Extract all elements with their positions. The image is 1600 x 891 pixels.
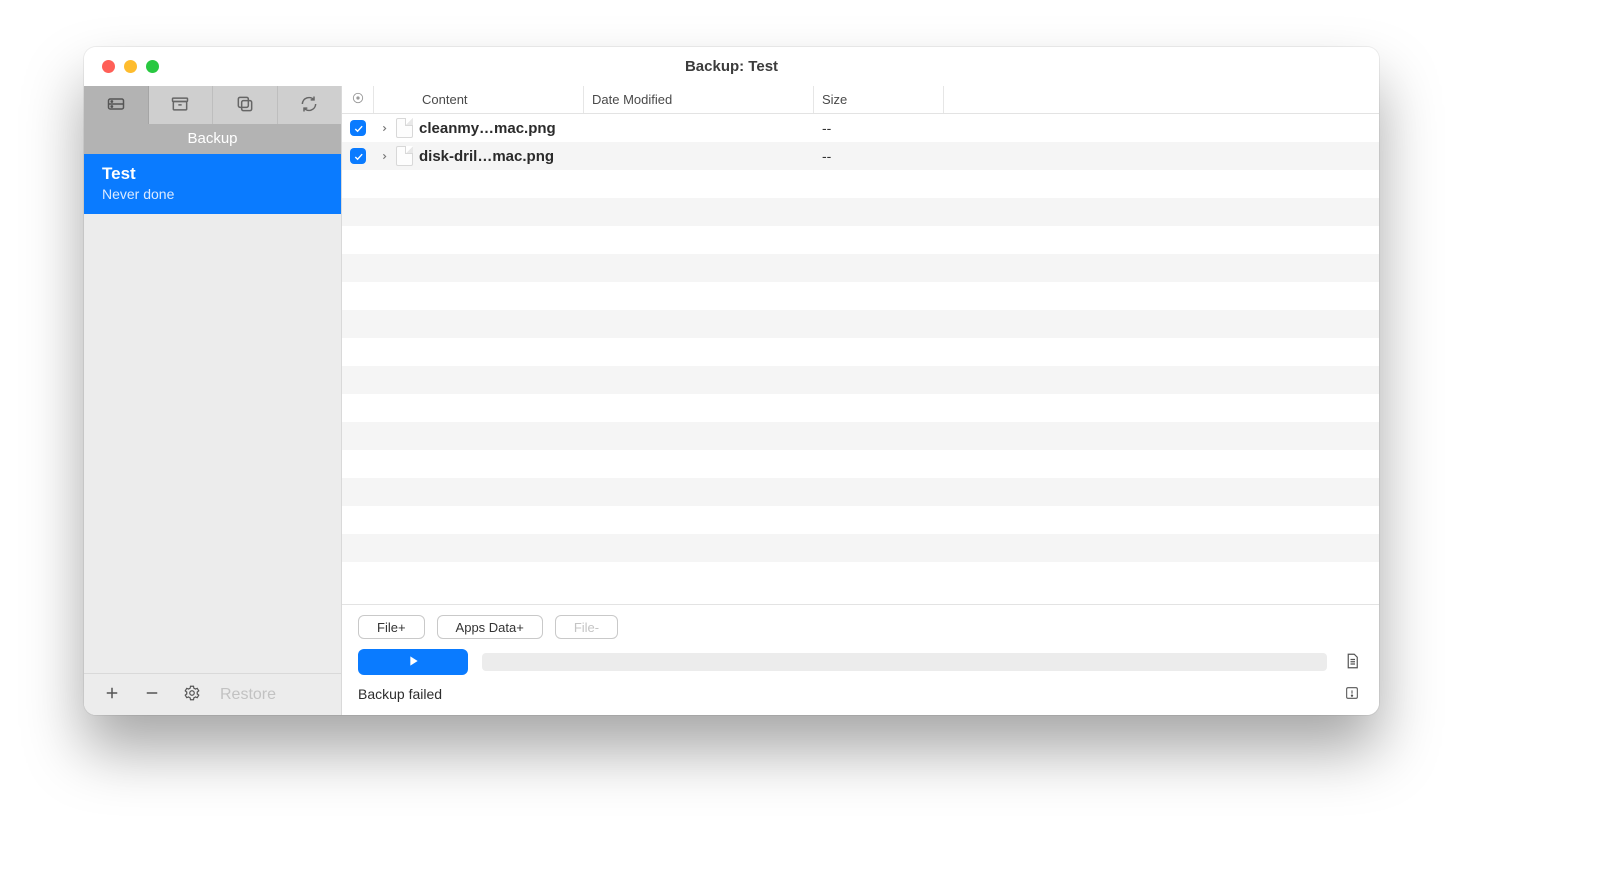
empty-row: [342, 198, 1379, 226]
sidebar-tabs: [84, 86, 341, 124]
disclosure-triangle[interactable]: [378, 148, 390, 165]
plus-icon: [103, 684, 121, 705]
empty-row: [342, 450, 1379, 478]
main-panel: Content Date Modified Size: [342, 86, 1379, 715]
warning-button[interactable]: [1341, 683, 1363, 705]
drive-icon: [106, 94, 126, 117]
play-icon: [405, 653, 421, 672]
minimize-window-button[interactable]: [124, 60, 137, 73]
column-select-all[interactable]: [342, 86, 374, 113]
row-date-cell: [584, 142, 814, 170]
file-icon: [396, 118, 413, 138]
empty-row: [342, 478, 1379, 506]
empty-row: [342, 254, 1379, 282]
row-checkbox[interactable]: [342, 142, 374, 170]
add-backup-button[interactable]: [94, 680, 130, 710]
close-window-button[interactable]: [102, 60, 115, 73]
minus-icon: [143, 684, 161, 705]
table-row[interactable]: cleanmy…mac.png --: [342, 114, 1379, 142]
chevron-right-icon: [380, 120, 389, 137]
sync-icon: [299, 94, 319, 117]
file-add-button[interactable]: File+: [358, 615, 425, 639]
restore-button[interactable]: Restore: [220, 686, 276, 704]
checkbox-checked-icon: [350, 148, 366, 164]
table-row[interactable]: disk-dril…mac.png --: [342, 142, 1379, 170]
row-content-cell: disk-dril…mac.png: [374, 142, 584, 170]
window-body: Backup Test Never done: [84, 86, 1379, 715]
sidebar: Backup Test Never done: [84, 86, 342, 715]
tab-sync[interactable]: [278, 86, 342, 124]
copy-icon: [235, 94, 255, 117]
column-date-modified[interactable]: Date Modified: [584, 86, 814, 113]
sidebar-footer: Restore: [84, 673, 341, 715]
row-spacer: [944, 142, 1379, 170]
window-title: Backup: Test: [84, 58, 1379, 75]
file-table: cleanmy…mac.png --: [342, 114, 1379, 604]
empty-row: [342, 170, 1379, 198]
traffic-lights: [102, 47, 159, 86]
row-filename: cleanmy…mac.png: [419, 120, 556, 137]
empty-row: [342, 562, 1379, 590]
row-size-cell: --: [814, 114, 944, 142]
sidebar-item-test[interactable]: Test Never done: [84, 154, 341, 214]
sidebar-item-name: Test: [102, 164, 323, 184]
tab-backup[interactable]: [84, 86, 149, 124]
empty-row: [342, 394, 1379, 422]
empty-row: [342, 282, 1379, 310]
remove-backup-button[interactable]: [134, 680, 170, 710]
disclosure-triangle[interactable]: [378, 120, 390, 137]
column-content[interactable]: Content: [374, 86, 584, 113]
row-checkbox[interactable]: [342, 114, 374, 142]
column-spacer: [944, 86, 1379, 113]
run-row: [358, 649, 1363, 675]
empty-row: [342, 534, 1379, 562]
row-filename: disk-dril…mac.png: [419, 148, 554, 165]
apps-data-add-button[interactable]: Apps Data+: [437, 615, 543, 639]
checkbox-checked-icon: [350, 120, 366, 136]
target-icon: [351, 91, 365, 108]
run-backup-button[interactable]: [358, 649, 468, 675]
status-row: Backup failed: [358, 683, 1363, 705]
empty-row: [342, 310, 1379, 338]
table-header: Content Date Modified Size: [342, 86, 1379, 114]
archive-icon: [170, 94, 190, 117]
column-size[interactable]: Size: [814, 86, 944, 113]
sidebar-section-header: Backup: [84, 124, 341, 154]
row-size-cell: --: [814, 142, 944, 170]
empty-row: [342, 366, 1379, 394]
empty-row: [342, 226, 1379, 254]
row-content-cell: cleanmy…mac.png: [374, 114, 584, 142]
file-remove-button[interactable]: File-: [555, 615, 618, 639]
row-date-cell: [584, 114, 814, 142]
tab-archive[interactable]: [149, 86, 214, 124]
gear-icon: [183, 684, 201, 705]
progress-bar: [482, 653, 1327, 671]
status-message: Backup failed: [358, 686, 1341, 702]
file-icon: [396, 146, 413, 166]
empty-row: [342, 422, 1379, 450]
sidebar-item-status: Never done: [102, 186, 323, 202]
tab-clone[interactable]: [213, 86, 278, 124]
settings-button[interactable]: [174, 680, 210, 710]
bottom-toolbar: File+ Apps Data+ File-: [342, 604, 1379, 715]
sidebar-spacer: [84, 214, 341, 673]
empty-row: [342, 506, 1379, 534]
file-buttons-row: File+ Apps Data+ File-: [358, 615, 1363, 639]
titlebar: Backup: Test: [84, 47, 1379, 86]
app-window: Backup: Test: [84, 47, 1379, 715]
warning-icon: [1344, 685, 1360, 704]
row-spacer: [944, 114, 1379, 142]
chevron-right-icon: [380, 148, 389, 165]
log-button[interactable]: [1341, 651, 1363, 673]
zoom-window-button[interactable]: [146, 60, 159, 73]
empty-row: [342, 338, 1379, 366]
document-icon: [1343, 652, 1361, 673]
